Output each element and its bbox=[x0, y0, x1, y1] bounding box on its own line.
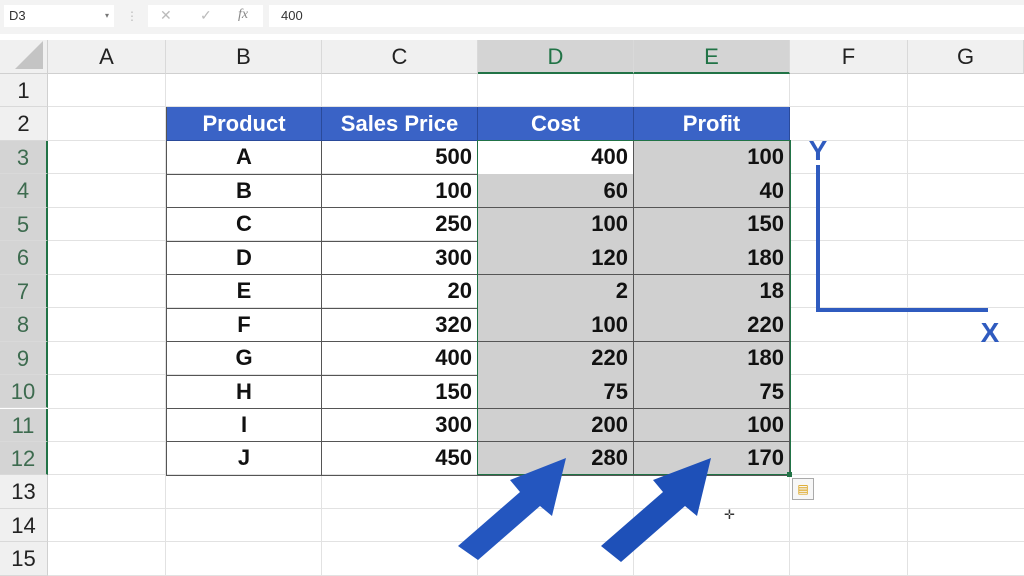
row-header-13[interactable]: 13 bbox=[0, 475, 48, 509]
row-header-3[interactable]: 3 bbox=[0, 140, 48, 175]
formula-input[interactable]: 400 bbox=[269, 5, 1024, 27]
table-cell[interactable]: 18 bbox=[634, 274, 790, 309]
column-header-d[interactable]: D bbox=[478, 40, 634, 74]
table-cell[interactable]: 150 bbox=[634, 207, 790, 242]
table-cell[interactable]: B bbox=[166, 174, 322, 209]
column-header-a[interactable]: A bbox=[48, 40, 166, 74]
table-cell[interactable]: A bbox=[166, 140, 322, 175]
table-cell[interactable]: 300 bbox=[322, 241, 478, 276]
select-all-button[interactable] bbox=[0, 40, 48, 74]
insert-function-icon[interactable]: fx bbox=[238, 7, 248, 23]
cancel-icon[interactable]: ✕ bbox=[160, 7, 172, 24]
table-header-product[interactable]: Product bbox=[166, 107, 322, 142]
row-header-15[interactable]: 15 bbox=[0, 542, 48, 576]
column-header-g[interactable]: G bbox=[908, 40, 1024, 74]
table-cell[interactable]: 250 bbox=[322, 207, 478, 242]
table-cell[interactable]: 2 bbox=[478, 274, 634, 309]
quick-analysis-icon[interactable]: ▤ bbox=[792, 478, 814, 500]
row-header-5[interactable]: 5 bbox=[0, 207, 48, 242]
table-cell[interactable]: 20 bbox=[322, 274, 478, 309]
row-header-12[interactable]: 12 bbox=[0, 441, 48, 476]
row-header-9[interactable]: 9 bbox=[0, 341, 48, 376]
table-cell[interactable]: 400 bbox=[322, 341, 478, 376]
gridline bbox=[907, 74, 908, 576]
table-cell[interactable]: 150 bbox=[322, 375, 478, 409]
table-cell[interactable]: C bbox=[166, 207, 322, 242]
table-header-profit[interactable]: Profit bbox=[634, 107, 790, 142]
name-box[interactable]: D3 ▾ bbox=[4, 5, 114, 27]
table-header-sales-price[interactable]: Sales Price bbox=[322, 107, 478, 142]
gridline bbox=[48, 507, 1024, 509]
formula-buttons: ✕ ✓ fx bbox=[148, 5, 263, 27]
table-cell[interactable]: 320 bbox=[322, 308, 478, 343]
column-header-e[interactable]: E bbox=[634, 40, 790, 74]
table-cell[interactable]: G bbox=[166, 341, 322, 376]
table-cell[interactable]: 100 bbox=[322, 174, 478, 209]
row-header-2[interactable]: 2 bbox=[0, 107, 48, 141]
row-header-7[interactable]: 7 bbox=[0, 274, 48, 309]
table-cell[interactable]: 200 bbox=[478, 408, 634, 443]
enter-icon[interactable]: ✓ bbox=[200, 7, 212, 24]
table-header-cost[interactable]: Cost bbox=[478, 107, 634, 142]
table-cell[interactable]: 100 bbox=[634, 408, 790, 443]
table-cell[interactable]: 40 bbox=[634, 174, 790, 209]
table-cell[interactable]: 120 bbox=[478, 241, 634, 276]
table-cell[interactable]: 60 bbox=[478, 174, 634, 209]
table-cell[interactable]: 500 bbox=[322, 140, 478, 175]
row-header-10[interactable]: 10 bbox=[0, 375, 48, 409]
table-cell[interactable]: 180 bbox=[634, 241, 790, 276]
row-header-8[interactable]: 8 bbox=[0, 308, 48, 342]
cursor-icon: ✛ bbox=[724, 507, 735, 522]
formula-bar: D3 ▾ ⋮ ✕ ✓ fx 400 bbox=[0, 0, 1024, 34]
table-cell[interactable]: 220 bbox=[478, 341, 634, 376]
row-header-14[interactable]: 14 bbox=[0, 508, 48, 543]
column-header-c[interactable]: C bbox=[322, 40, 478, 74]
table-cell[interactable]: H bbox=[166, 375, 322, 409]
x-axis-label: X bbox=[981, 317, 1000, 348]
table-cell[interactable]: E bbox=[166, 274, 322, 309]
table-cell[interactable]: 280 bbox=[478, 441, 634, 476]
table-cell[interactable]: D bbox=[166, 241, 322, 276]
fill-handle[interactable] bbox=[787, 472, 792, 478]
table-cell[interactable]: 75 bbox=[478, 375, 634, 409]
table-cell[interactable]: F bbox=[166, 308, 322, 343]
table-cell[interactable]: 400 bbox=[478, 140, 634, 175]
table-cell[interactable]: I bbox=[166, 408, 322, 443]
table-cell[interactable]: J bbox=[166, 441, 322, 476]
row-header-4[interactable]: 4 bbox=[0, 174, 48, 208]
formula-bar-grip-icon: ⋮ bbox=[126, 9, 138, 23]
table-cell[interactable]: 75 bbox=[634, 375, 790, 409]
row-header-1[interactable]: 1 bbox=[0, 74, 48, 108]
column-header-f[interactable]: F bbox=[790, 40, 908, 74]
table-cell[interactable]: 100 bbox=[634, 140, 790, 175]
name-box-value: D3 bbox=[9, 8, 26, 23]
table-cell[interactable]: 300 bbox=[322, 408, 478, 443]
column-header-b[interactable]: B bbox=[166, 40, 322, 74]
table-cell[interactable]: 100 bbox=[478, 308, 634, 343]
table-cell[interactable]: 100 bbox=[478, 207, 634, 242]
name-box-dropdown-icon[interactable]: ▾ bbox=[105, 5, 109, 27]
table-cell[interactable]: 450 bbox=[322, 441, 478, 476]
table-cell[interactable]: 180 bbox=[634, 341, 790, 376]
table-cell[interactable]: 170 bbox=[634, 441, 790, 476]
table-cell[interactable]: 220 bbox=[634, 308, 790, 343]
row-header-6[interactable]: 6 bbox=[0, 241, 48, 275]
gridline bbox=[48, 541, 1024, 543]
row-header-11[interactable]: 11 bbox=[0, 408, 48, 442]
